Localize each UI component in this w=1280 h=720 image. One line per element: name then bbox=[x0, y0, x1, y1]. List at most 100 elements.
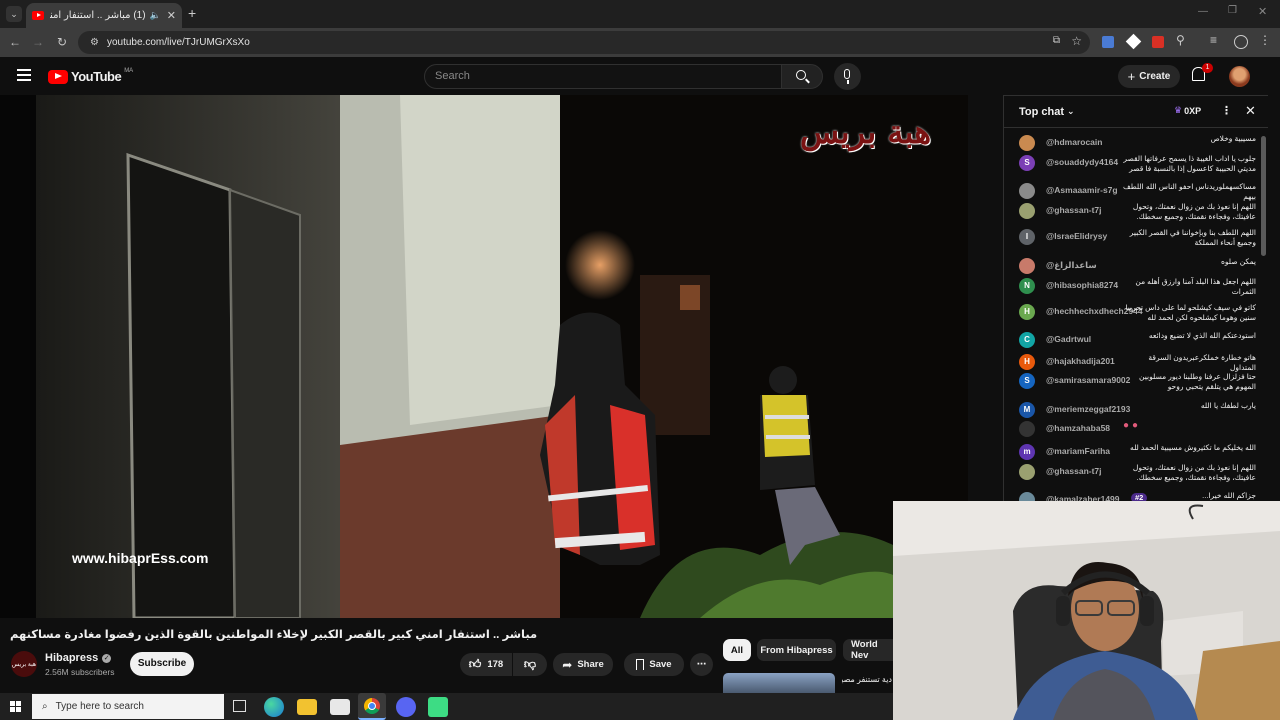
chat-author-name[interactable]: @hamzahaba58 bbox=[1046, 423, 1110, 433]
channel-avatar[interactable]: هبة بريس bbox=[11, 651, 37, 677]
chat-mode-selector[interactable]: Top chat ⌄ bbox=[1019, 106, 1075, 118]
search-button[interactable] bbox=[781, 64, 823, 89]
chat-author-avatar[interactable]: C bbox=[1019, 332, 1035, 348]
dislike-button[interactable]: 👎︎ bbox=[513, 653, 547, 676]
discord-icon[interactable] bbox=[396, 697, 416, 717]
address-bar[interactable]: ⚙ youtube.com/live/TJrUMGrXsXo ⧉ ☆ bbox=[78, 31, 1090, 54]
chat-author-name[interactable]: @samirasamara9002 bbox=[1046, 375, 1130, 385]
extensions-puzzle-icon[interactable]: ⚲ bbox=[1176, 33, 1185, 47]
chat-author-name[interactable]: @mariamFariha bbox=[1046, 446, 1110, 456]
chat-message[interactable]: S @samirasamara9002 حتا فزلزال عرفنا وطلبن… bbox=[1019, 372, 1264, 394]
chat-message[interactable]: I @IsraeElidrysy اللهم اللطف بنا وبإخواننا… bbox=[1019, 228, 1264, 250]
windows-start-icon[interactable] bbox=[10, 701, 21, 712]
chat-author-name[interactable]: @ساعدالزاغ bbox=[1046, 260, 1097, 270]
audio-playing-icon[interactable]: 🔈 bbox=[150, 10, 161, 21]
forward-icon[interactable]: → bbox=[30, 34, 46, 50]
reload-icon[interactable]: ↻ bbox=[54, 34, 70, 50]
chat-message[interactable]: @hdmarocain مسيبية وخلاص bbox=[1019, 134, 1264, 156]
chat-author-name[interactable]: @meriemzeggaf2193 bbox=[1046, 404, 1130, 414]
file-explorer-icon[interactable] bbox=[297, 699, 317, 715]
share-button[interactable]: ➦ Share bbox=[553, 653, 613, 676]
notifications-button[interactable]: 1 bbox=[1192, 63, 1213, 81]
channel-name[interactable]: Hibapress ✓ bbox=[45, 652, 112, 664]
profile-icon[interactable] bbox=[1234, 35, 1248, 49]
new-tab-icon[interactable]: + bbox=[188, 5, 196, 21]
related-video-title[interactable]: دية تستنفر مصيرها الجمع... bbox=[842, 675, 892, 684]
site-info-icon[interactable]: ⚙ bbox=[90, 37, 99, 48]
chat-message[interactable]: @ghassan-t7j اللهم إنا نعوذ بك من زوال نع… bbox=[1019, 202, 1264, 224]
chat-message[interactable]: S @souaddydy4164 جلوب يا اداب الغيبة ذا يس… bbox=[1019, 154, 1264, 176]
hamburger-menu-icon[interactable] bbox=[17, 69, 31, 81]
chat-author-name[interactable]: @hdmarocain bbox=[1046, 137, 1102, 147]
extension-red-icon[interactable] bbox=[1152, 36, 1164, 48]
chat-author-avatar[interactable] bbox=[1019, 135, 1035, 151]
search-input[interactable]: Search bbox=[424, 64, 782, 89]
chat-author-avatar[interactable]: M bbox=[1019, 402, 1035, 418]
more-actions-button[interactable]: ⋯ bbox=[690, 653, 713, 676]
chat-author-name[interactable]: @IsraeElidrysy bbox=[1046, 231, 1107, 241]
bookmark-star-icon[interactable]: ☆ bbox=[1071, 34, 1082, 48]
create-button[interactable]: + Create bbox=[1118, 65, 1180, 88]
minimize-window-icon[interactable]: — bbox=[1198, 6, 1208, 17]
chat-message[interactable]: @ghassan-t7j اللهم إنا نعوذ بك من زوال نع… bbox=[1019, 463, 1264, 485]
filter-chip-all[interactable]: All bbox=[723, 639, 751, 661]
chat-message[interactable]: @hamzahaba58 ●● bbox=[1019, 420, 1264, 442]
close-window-icon[interactable]: ✕ bbox=[1258, 5, 1267, 18]
chat-author-avatar[interactable] bbox=[1019, 464, 1035, 480]
video-player[interactable]: هبة بريس www.hibaprEss.com bbox=[0, 95, 968, 618]
chat-author-avatar[interactable]: S bbox=[1019, 373, 1035, 389]
browser-tab[interactable]: (1) مباشر .. استنفار امني كبير 🔈 ✕ bbox=[26, 3, 182, 28]
chat-author-name[interactable]: @ghassan-t7j bbox=[1046, 205, 1102, 215]
chat-message[interactable]: C @Gadrtwul استودعتكم الله الذي لا تضيع ود… bbox=[1019, 331, 1264, 353]
subscribe-button[interactable]: Subscribe bbox=[130, 652, 194, 676]
chat-message[interactable]: H @hechhechxdhech2944 كاتو في سيف كيشلحو ل… bbox=[1019, 303, 1264, 325]
chat-author-avatar[interactable]: H bbox=[1019, 354, 1035, 370]
open-in-app-icon[interactable]: ⧉ bbox=[1053, 35, 1060, 46]
chat-message[interactable]: m @mariamFariha الله يخليكم ما تكثيروش مسي… bbox=[1019, 443, 1264, 465]
restore-window-icon[interactable]: ❐ bbox=[1228, 5, 1237, 16]
chat-message[interactable]: @ساعدالزاغ يمكن صلوه bbox=[1019, 257, 1264, 279]
translate-extension-icon[interactable] bbox=[1102, 36, 1114, 48]
chat-author-avatar[interactable] bbox=[1019, 203, 1035, 219]
chat-author-name[interactable]: @ghassan-t7j bbox=[1046, 466, 1102, 476]
chat-menu-icon[interactable]: ⋮ bbox=[1221, 104, 1232, 117]
tab-close-icon[interactable]: ✕ bbox=[167, 9, 176, 22]
youtube-logo[interactable]: YouTube MA bbox=[48, 68, 133, 84]
browser-menu-icon[interactable]: ⋮ bbox=[1259, 33, 1271, 47]
chat-message[interactable]: N @hibasophia8274 اللهم اجعل هذا البلد آمن… bbox=[1019, 277, 1264, 299]
microsoft-store-icon[interactable] bbox=[330, 699, 350, 715]
voice-search-button[interactable] bbox=[834, 63, 861, 90]
tab-search-chevron-icon[interactable]: ⌄ bbox=[6, 6, 22, 22]
xp-badge[interactable]: ♛ 0XP bbox=[1174, 105, 1201, 116]
chat-scrollbar[interactable] bbox=[1261, 136, 1266, 256]
chat-author-name[interactable]: @Gadrtwul bbox=[1046, 334, 1091, 344]
chat-author-name[interactable]: @Asmaaamir-s7g bbox=[1046, 185, 1118, 195]
filter-chip-world-news[interactable]: World Nev bbox=[843, 639, 893, 661]
chat-message[interactable]: @Asmaaamir-s7g مساكسهملوريدناس احفو الناس… bbox=[1019, 182, 1264, 204]
related-video-thumbnail[interactable] bbox=[723, 673, 835, 693]
chat-author-name[interactable]: @souaddydy4164 bbox=[1046, 157, 1118, 167]
back-icon[interactable]: ← bbox=[7, 34, 23, 50]
chat-author-avatar[interactable]: N bbox=[1019, 278, 1035, 294]
taskbar-search-box[interactable]: ⌕ Type here to search bbox=[32, 694, 224, 719]
chat-author-avatar[interactable]: I bbox=[1019, 229, 1035, 245]
chat-author-avatar[interactable] bbox=[1019, 183, 1035, 199]
chat-author-name[interactable]: @hibasophia8274 bbox=[1046, 280, 1118, 290]
account-avatar[interactable] bbox=[1229, 66, 1250, 87]
chat-author-avatar[interactable]: H bbox=[1019, 304, 1035, 320]
chat-author-avatar[interactable]: m bbox=[1019, 444, 1035, 460]
chat-author-avatar[interactable]: S bbox=[1019, 155, 1035, 171]
tab-search-icon[interactable]: ≡ bbox=[1210, 33, 1217, 47]
save-button[interactable]: Save bbox=[624, 653, 684, 676]
chat-author-avatar[interactable] bbox=[1019, 258, 1035, 274]
edge-icon[interactable] bbox=[264, 697, 284, 717]
chrome-icon[interactable] bbox=[358, 693, 386, 720]
android-app-icon[interactable] bbox=[428, 697, 448, 717]
chat-author-avatar[interactable] bbox=[1019, 421, 1035, 437]
chat-author-name[interactable]: @hajakhadija201 bbox=[1046, 356, 1115, 366]
like-button[interactable]: 👍︎ 178 bbox=[460, 653, 512, 676]
extension-diamond-icon[interactable] bbox=[1125, 33, 1142, 50]
filter-chip-from-channel[interactable]: From Hibapress bbox=[757, 639, 836, 661]
close-chat-icon[interactable]: ✕ bbox=[1245, 103, 1256, 119]
task-view-icon[interactable] bbox=[233, 700, 246, 712]
